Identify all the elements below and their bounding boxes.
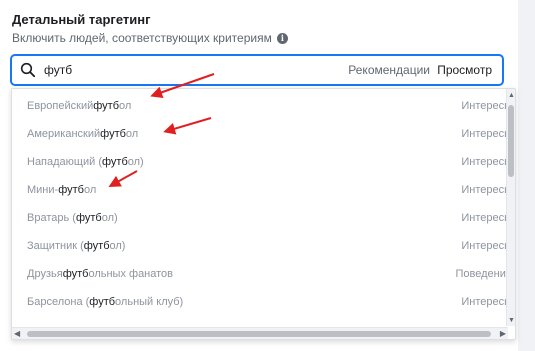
suggestion-prefix: Американский (27, 128, 101, 140)
suggestion-suffix: ол (119, 100, 132, 112)
suggestion-match: футб (75, 212, 102, 224)
search-input[interactable] (44, 62, 164, 78)
suggestion-suffix: ольных фанатов (88, 268, 174, 280)
suggestion-suffix: ол) (101, 212, 118, 224)
suggestion-prefix: Нападающий ( (27, 156, 102, 168)
suggestion-prefix: Друзья (27, 268, 63, 280)
horizontal-scroll-thumb[interactable] (27, 331, 491, 337)
suggestion-item[interactable]: Барселона (футб ольный клуб) Интересы (12, 288, 512, 316)
scroll-down-icon[interactable]: ▼ (508, 317, 515, 324)
scroll-left-icon[interactable]: ◀ (14, 329, 20, 338)
suggestion-category: Интересы (461, 100, 512, 112)
suggestion-category: Интересы (461, 212, 512, 224)
scroll-up-icon[interactable]: ▲ (508, 92, 515, 99)
info-icon[interactable]: i (276, 32, 288, 44)
suggestion-match: футб (83, 240, 110, 252)
suggestion-category: Интересы (461, 128, 512, 140)
suggestion-prefix: Барселона ( (27, 296, 90, 308)
suggestion-category: Интересы (461, 296, 512, 308)
suggestion-prefix: Мини- (27, 184, 59, 196)
search-box[interactable]: Рекомендации Просмотр (11, 55, 503, 85)
suggestion-item[interactable]: Защитник (футб ол) Интересы (12, 232, 512, 260)
suggestion-match: футб (101, 156, 128, 168)
suggestions-dropdown: Европейский футб ол Интересы Американский… (11, 88, 516, 340)
suggestion-item[interactable]: Европейский футб ол Интересы (12, 92, 512, 120)
suggestions-list: Европейский футб ол Интересы Американский… (12, 92, 512, 316)
suggestion-match: футб (89, 296, 116, 308)
suggestion-prefix: Европейский (27, 100, 94, 112)
suggestion-suffix: ол (83, 184, 97, 196)
section-subtitle-text: Включить людей, соответствующих критерия… (12, 31, 272, 45)
scroll-right-icon[interactable]: ▶ (500, 329, 506, 338)
page-scrollbar[interactable] (518, 0, 535, 351)
suggestion-item[interactable]: Мини-футб ол Интересы (12, 176, 512, 204)
suggestion-category: Интересы (461, 240, 512, 252)
section-title: Детальный таргетинг (12, 12, 151, 27)
suggestion-item[interactable]: Друзья футб ольных фанатов Поведение (12, 260, 512, 288)
suggestion-match: футб (58, 184, 84, 196)
suggestion-prefix: Вратарь ( (27, 212, 76, 224)
section-subtitle: Включить людей, соответствующих критерия… (12, 31, 288, 45)
vertical-scroll-thumb[interactable] (508, 105, 514, 177)
suggestion-category: Интересы (461, 156, 512, 168)
suggestion-prefix: Защитник ( (27, 240, 84, 252)
search-icon (20, 62, 36, 78)
suggestion-match: футб (62, 268, 89, 280)
suggestion-item[interactable]: Нападающий (футб ол) Интересы (12, 148, 512, 176)
recommendations-tab[interactable]: Рекомендации (348, 63, 430, 77)
suggestion-suffix: ол) (109, 240, 126, 252)
suggestion-category: Интересы (461, 184, 512, 196)
suggestion-suffix: ол (125, 128, 139, 140)
browse-tab[interactable]: Просмотр (437, 63, 492, 77)
suggestion-match: футб (100, 128, 126, 140)
suggestion-match: футб (93, 100, 120, 112)
suggestion-suffix: ол) (127, 156, 144, 168)
suggestion-suffix: ольный клуб) (115, 296, 184, 308)
dropdown-horizontal-scrollbar[interactable]: ◀ ▶ (12, 327, 508, 339)
dropdown-vertical-scrollbar[interactable]: ▲ ▼ (506, 89, 515, 326)
suggestion-item[interactable]: Вратарь (футб ол) Интересы (12, 204, 512, 232)
suggestion-category: Поведение (455, 268, 513, 280)
suggestion-item[interactable]: Американский футб ол Интересы (12, 120, 512, 148)
